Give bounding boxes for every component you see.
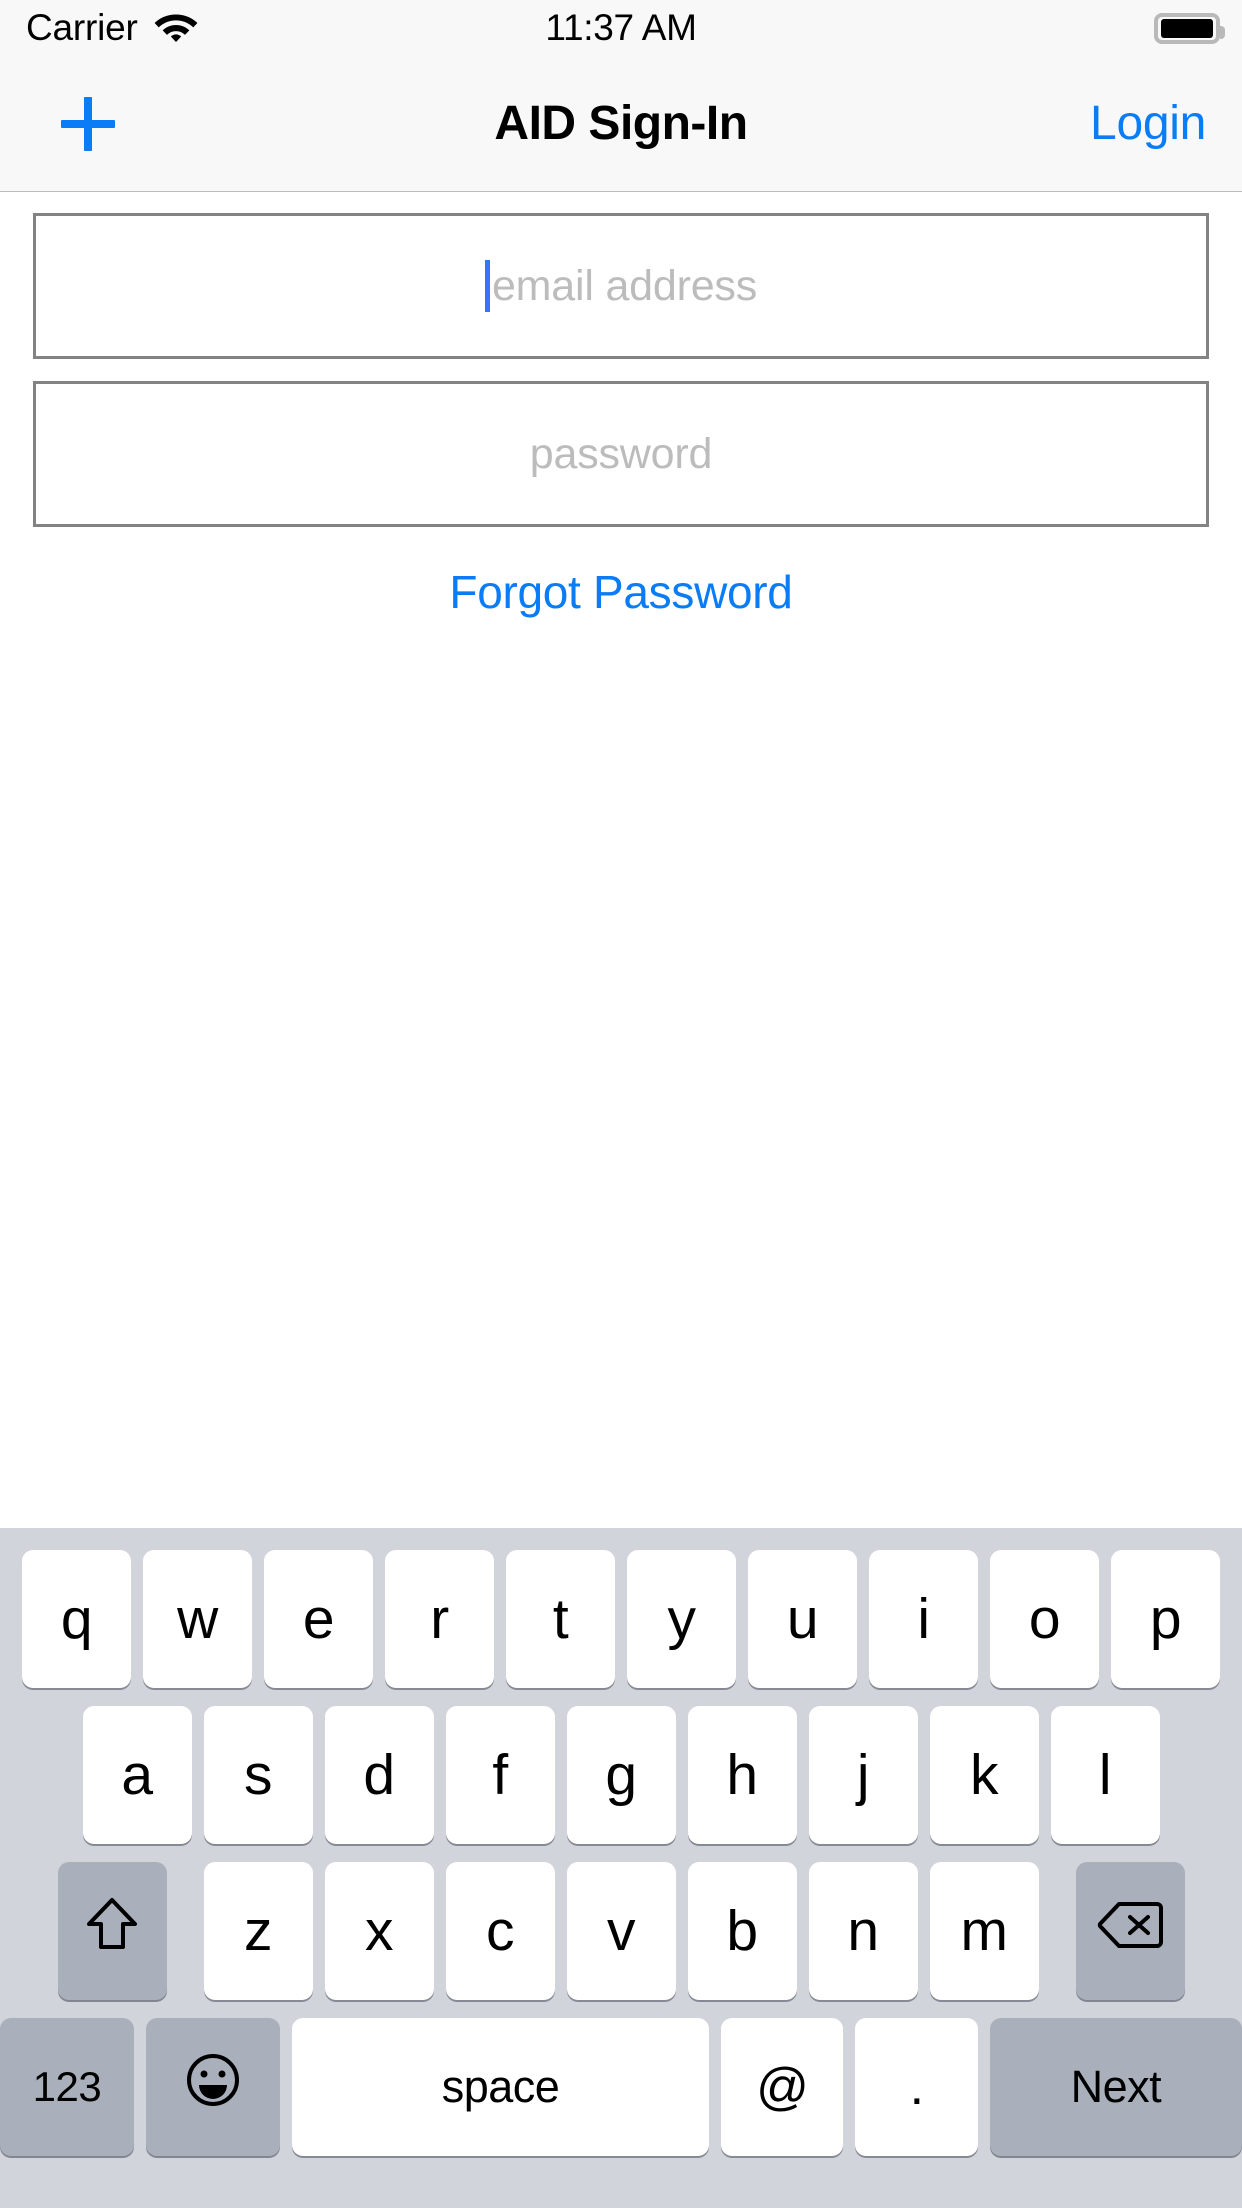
key-a[interactable]: a — [82, 1706, 192, 1844]
battery-icon — [1154, 12, 1225, 44]
key-r[interactable]: r — [385, 1550, 494, 1688]
email-field[interactable]: email address — [33, 213, 1209, 359]
status-bar-right — [1154, 0, 1225, 56]
key-g[interactable]: g — [566, 1706, 676, 1844]
status-bar-clock: 11:37 AM — [545, 7, 697, 48]
key-d[interactable]: d — [324, 1706, 434, 1844]
password-field[interactable]: password — [33, 381, 1209, 527]
key-x[interactable]: x — [324, 1862, 434, 2000]
key-k[interactable]: k — [929, 1706, 1039, 1844]
login-button[interactable]: Login — [1090, 56, 1206, 191]
app-screen: Carrier 11:37 AM AID Sign-In Login email… — [0, 0, 1242, 2208]
key-w[interactable]: w — [143, 1550, 252, 1688]
forgot-password-row: Forgot Password — [0, 565, 1242, 619]
backspace-key[interactable] — [1075, 1862, 1185, 2000]
key-u[interactable]: u — [748, 1550, 857, 1688]
key-j[interactable]: j — [808, 1706, 918, 1844]
signin-form: email address password Forgot Password — [0, 193, 1242, 619]
shift-key[interactable] — [57, 1862, 167, 2000]
key-c[interactable]: c — [445, 1862, 555, 2000]
page-title: AID Sign-In — [494, 97, 748, 150]
on-screen-keyboard: q w e r t y u i o p a s d f g h j k l z … — [0, 1528, 1242, 2208]
key-s[interactable]: s — [203, 1706, 313, 1844]
key-i[interactable]: i — [869, 1550, 978, 1688]
status-bar: Carrier 11:37 AM — [0, 0, 1242, 56]
emoji-key[interactable] — [145, 2018, 280, 2156]
key-t[interactable]: t — [506, 1550, 615, 1688]
forgot-password-link[interactable]: Forgot Password — [449, 565, 793, 619]
space-key[interactable]: space — [291, 2018, 710, 2156]
password-placeholder: password — [529, 429, 713, 478]
emoji-smiley-icon — [185, 2052, 241, 2122]
key-y[interactable]: y — [627, 1550, 736, 1688]
next-key[interactable]: Next — [989, 2018, 1242, 2156]
navigation-bar: AID Sign-In Login — [0, 56, 1242, 192]
key-v[interactable]: v — [566, 1862, 676, 2000]
battery-fill — [1161, 18, 1213, 38]
key-q[interactable]: q — [22, 1550, 131, 1688]
shift-icon — [86, 1895, 138, 1967]
keyboard-row-3: z x c v b n m — [0, 1862, 1242, 2000]
backspace-icon — [1097, 1898, 1163, 1964]
key-b[interactable]: b — [687, 1862, 797, 2000]
key-f[interactable]: f — [445, 1706, 555, 1844]
text-caret — [484, 260, 490, 312]
keyboard-row-4: 123 space @ . Next — [0, 2018, 1242, 2156]
key-h[interactable]: h — [687, 1706, 797, 1844]
key-p[interactable]: p — [1111, 1550, 1220, 1688]
numbers-key[interactable]: 123 — [0, 2018, 134, 2156]
key-z[interactable]: z — [203, 1862, 313, 2000]
key-l[interactable]: l — [1050, 1706, 1160, 1844]
email-placeholder: email address — [491, 261, 758, 310]
period-key[interactable]: . — [855, 2018, 978, 2156]
keyboard-row-2: a s d f g h j k l — [0, 1706, 1242, 1844]
key-n[interactable]: n — [808, 1862, 918, 2000]
keyboard-row-1: q w e r t y u i o p — [0, 1550, 1242, 1688]
key-m[interactable]: m — [929, 1862, 1039, 2000]
at-key[interactable]: @ — [721, 2018, 844, 2156]
key-e[interactable]: e — [264, 1550, 373, 1688]
key-o[interactable]: o — [990, 1550, 1099, 1688]
